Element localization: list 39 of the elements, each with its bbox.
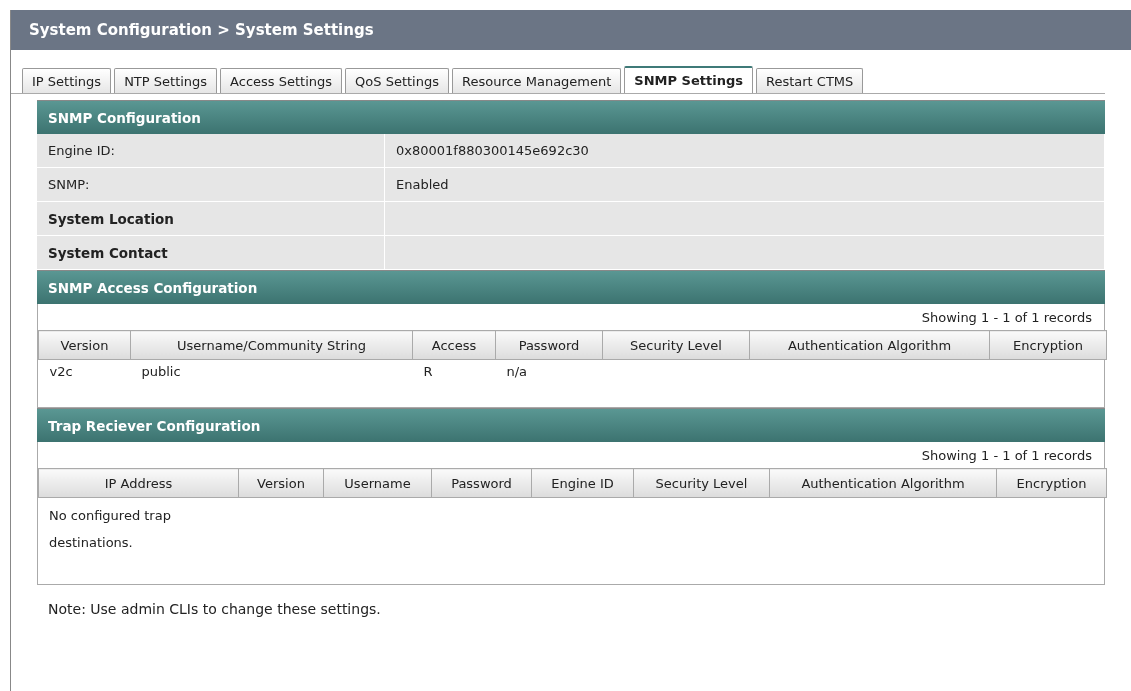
column-header: IP Address	[38, 468, 239, 498]
column-header: Access	[412, 330, 496, 360]
table-cell: public	[130, 359, 413, 383]
column-header: Username/Community String	[130, 330, 413, 360]
field-label: Engine ID:	[37, 134, 385, 168]
tab[interactable]: IP Settings	[22, 68, 112, 93]
empty-message: No configured trap destinations.	[48, 507, 172, 552]
field-value: Enabled	[385, 168, 1105, 202]
page-title: System Configuration > System Settings	[11, 10, 1131, 50]
table-cell: R	[412, 359, 496, 383]
tab[interactable]: SNMP Settings	[624, 66, 753, 93]
section-header: SNMP Configuration	[37, 100, 1105, 134]
table-cell: v2c	[38, 359, 131, 383]
column-header: Encryption	[989, 330, 1107, 360]
column-header: Security Level	[633, 468, 770, 498]
column-header: Encryption	[996, 468, 1107, 498]
column-header: Password	[431, 468, 532, 498]
tab[interactable]: Access Settings	[220, 68, 343, 93]
column-header: Username	[323, 468, 432, 498]
tab[interactable]: QoS Settings	[345, 68, 449, 93]
field-label: SNMP:	[37, 168, 385, 202]
tab[interactable]: NTP Settings	[114, 68, 218, 93]
table-cell: n/a	[495, 359, 603, 383]
note-text: Note: Use admin CLIs to change these settings.	[48, 601, 382, 617]
field-label: System Location	[37, 202, 385, 236]
column-header: Version	[38, 330, 131, 360]
section-header: Trap Reciever Configuration	[37, 408, 1105, 442]
records-count: Showing 1 - 1 of 1 records	[921, 310, 1092, 325]
column-header: Engine ID	[531, 468, 634, 498]
tab[interactable]: Restart CTMS	[755, 68, 864, 93]
column-header: Authentication Algorithm	[769, 468, 997, 498]
column-header: Password	[495, 330, 603, 360]
column-header: Authentication Algorithm	[749, 330, 990, 360]
tab[interactable]: Resource Management	[451, 68, 622, 93]
column-header: Security Level	[602, 330, 750, 360]
field-value: 0x80001f880300145e692c30	[385, 134, 1105, 168]
column-header: Version	[238, 468, 324, 498]
section-header: SNMP Access Configuration	[37, 270, 1105, 304]
records-count: Showing 1 - 1 of 1 records	[921, 448, 1092, 463]
